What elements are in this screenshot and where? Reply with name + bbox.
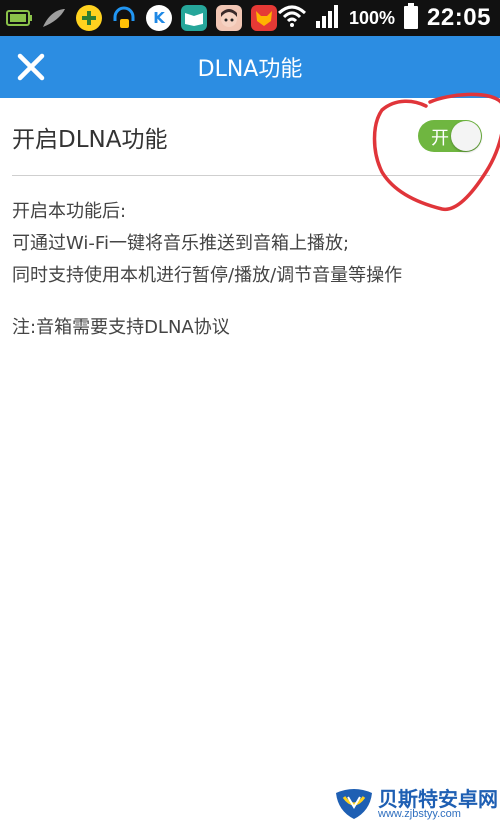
notification-icons: K (6, 5, 277, 31)
plus-app-icon (76, 5, 102, 31)
dlna-setting-row: 开启DLNA功能 开 (12, 98, 490, 176)
battery-icon (403, 2, 419, 34)
page-title: DLNA功能 (197, 57, 303, 82)
wifi-icon (277, 5, 307, 32)
k-app-icon: K (146, 5, 172, 31)
signal-icon (315, 4, 341, 33)
watermark-name: 贝斯特安卓网 (378, 786, 498, 811)
description-line: 可通过Wi-Fi一键将音乐推送到音箱上播放; (12, 233, 350, 254)
clock: 22:05 (427, 4, 491, 31)
battery-charge-icon (6, 5, 32, 31)
toggle-on-label: 开 (431, 128, 449, 149)
battery-percent: 100% (349, 7, 396, 28)
watermark-url: www.zjbstyy.com (378, 807, 461, 820)
watermark: 贝斯特安卓网 www.zjbstyy.com (334, 787, 498, 821)
system-status: 100% 22:05 (277, 2, 491, 34)
toggle-knob (451, 121, 481, 151)
description-section: 开启本功能后: 可通过Wi-Fi一键将音乐推送到音箱上播放; 同时支持使用本机进… (12, 196, 492, 344)
avatar-app-icon (216, 5, 242, 31)
dlna-toggle-switch[interactable]: 开 (418, 120, 482, 152)
close-button[interactable] (14, 50, 48, 84)
description-line: 同时支持使用本机进行暂停/播放/调节音量等操作 (12, 265, 403, 286)
book-app-icon (181, 5, 207, 31)
requirement-note: 注:音箱需要支持DLNA协议 (12, 317, 230, 338)
description-line: 开启本功能后: (12, 201, 127, 222)
close-icon (17, 53, 45, 81)
dlna-setting-label: 开启DLNA功能 (12, 126, 168, 153)
watermark-logo-icon (336, 789, 372, 819)
title-bar: DLNA功能 (0, 36, 500, 98)
headset-app-icon (111, 5, 137, 31)
fox-app-icon (251, 5, 277, 31)
feather-icon (41, 5, 67, 31)
status-bar: K 100% 22:05 (0, 0, 500, 36)
